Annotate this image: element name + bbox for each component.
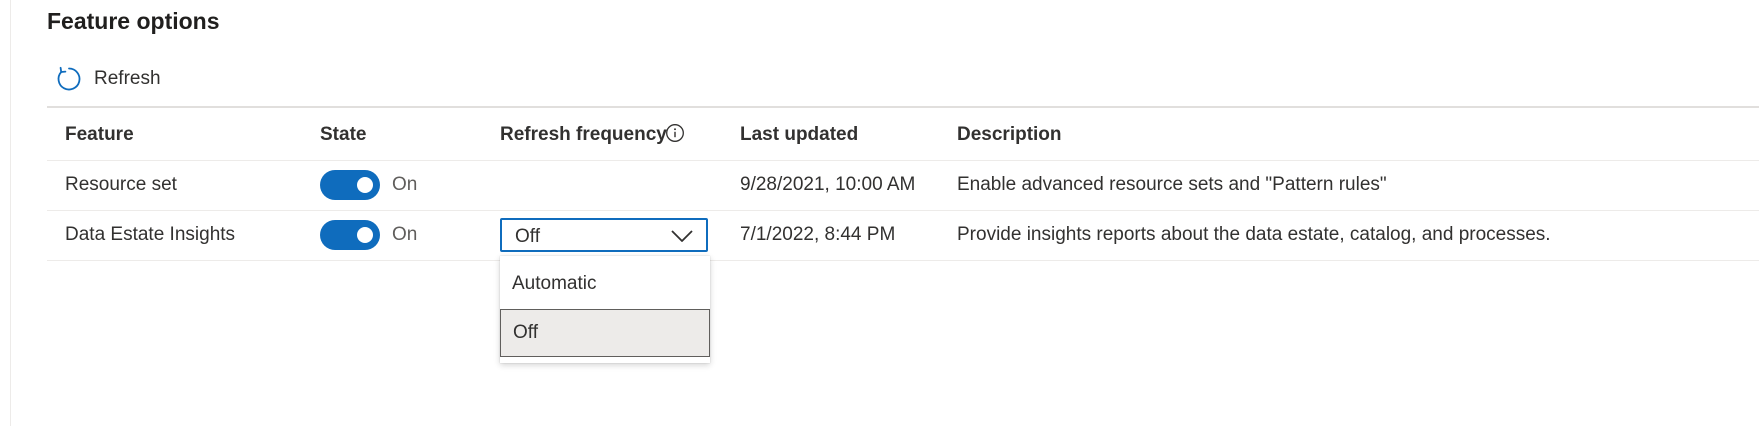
refresh-button[interactable]: Refresh	[56, 64, 161, 94]
row-divider	[47, 160, 1759, 161]
row-divider	[47, 260, 1759, 261]
state-toggle[interactable]	[320, 170, 380, 200]
row-divider	[47, 210, 1759, 211]
feature-name: Data Estate Insights	[65, 224, 236, 245]
left-panel-border	[10, 0, 11, 426]
page-title: Feature options	[47, 8, 220, 34]
chevron-down-icon	[671, 230, 693, 242]
feature-description: Provide insights reports about the data …	[957, 224, 1551, 245]
refresh-frequency-dropdown[interactable]: Off	[500, 218, 708, 252]
refresh-frequency-options: Automatic Off	[500, 256, 710, 363]
state-toggle[interactable]	[320, 220, 380, 250]
state-label: On	[392, 224, 418, 245]
column-header-feature[interactable]: Feature	[65, 124, 134, 146]
toggle-knob	[357, 227, 373, 243]
option-off[interactable]: Off	[500, 309, 710, 357]
state-label: On	[392, 174, 418, 195]
column-header-description[interactable]: Description	[957, 124, 1062, 146]
last-updated: 9/28/2021, 10:00 AM	[740, 174, 916, 195]
table-top-divider	[47, 106, 1759, 108]
feature-name: Resource set	[65, 174, 177, 195]
feature-description: Enable advanced resource sets and "Patte…	[957, 174, 1387, 195]
refresh-icon	[57, 66, 81, 91]
column-header-state[interactable]: State	[320, 124, 366, 146]
refresh-label: Refresh	[94, 68, 161, 89]
dropdown-selected-value: Off	[515, 226, 540, 247]
option-automatic[interactable]: Automatic	[500, 260, 710, 307]
info-icon[interactable]	[665, 123, 685, 143]
toggle-knob	[357, 177, 373, 193]
column-header-last-updated[interactable]: Last updated	[740, 124, 858, 146]
column-header-refresh-frequency[interactable]: Refresh frequency	[500, 124, 667, 146]
last-updated: 7/1/2022, 8:44 PM	[740, 224, 896, 245]
